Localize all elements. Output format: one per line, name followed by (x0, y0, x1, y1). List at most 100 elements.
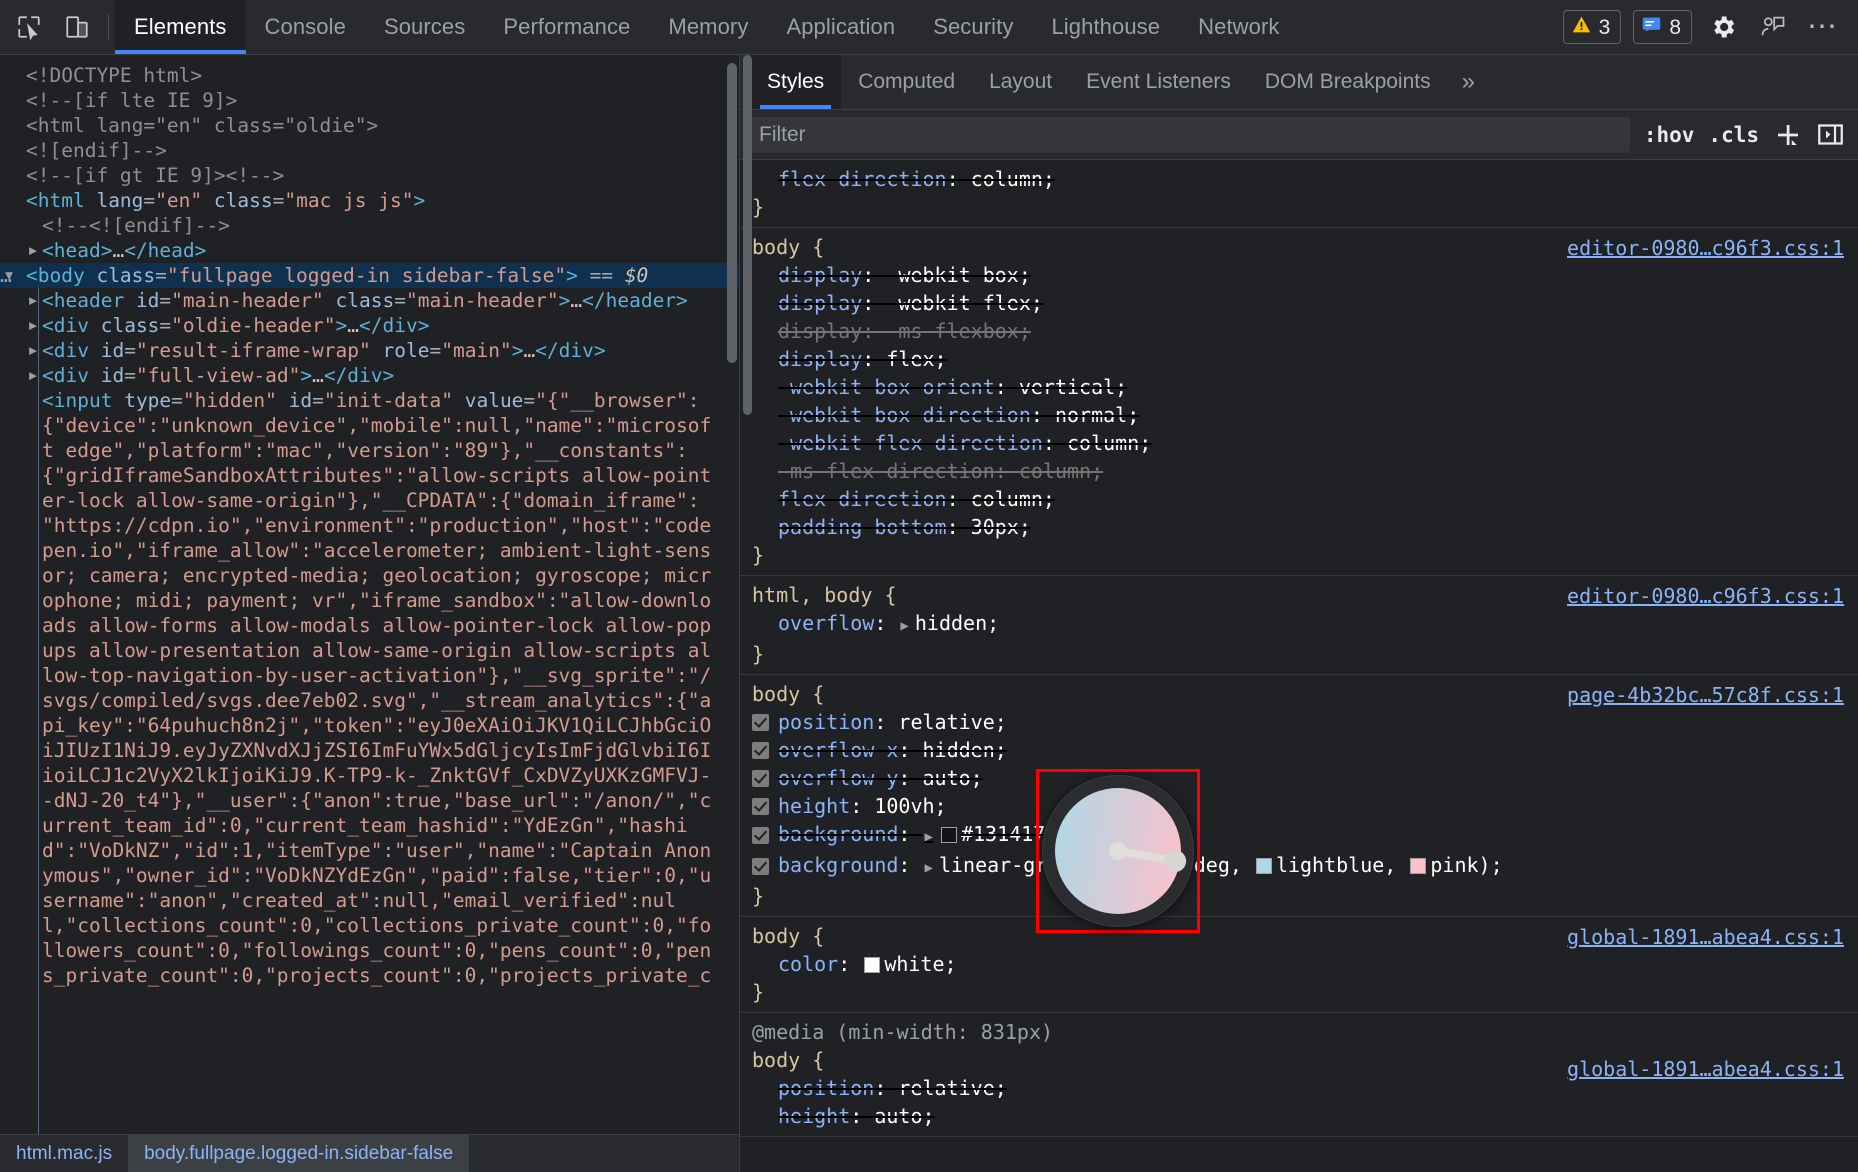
tab-security[interactable]: Security (914, 0, 1032, 54)
css-declaration[interactable]: -webkit-box-orient: vertical; (740, 373, 1858, 401)
disclosure-triangle-icon[interactable]: ▶ (24, 238, 42, 263)
messages-badge[interactable]: 8 (1633, 10, 1692, 44)
cls-toggle-button[interactable]: .cls (1708, 123, 1759, 147)
css-declaration[interactable]: overflow: ▶hidden; (740, 609, 1858, 640)
dom-node-line[interactable]: ups allow-presentation allow-same-origin… (0, 638, 739, 663)
dom-node-line[interactable]: or; camera; encrypted-media; geolocation… (0, 563, 739, 588)
disclosure-triangle-icon[interactable]: ▶ (24, 288, 42, 313)
tab-layout[interactable]: Layout (972, 55, 1069, 109)
dom-node-line[interactable]: low-top-navigation-by-user-activation"},… (0, 663, 739, 688)
tab-computed[interactable]: Computed (841, 55, 972, 109)
dom-node-line[interactable]: <!--<![endif]--> (0, 213, 739, 238)
stylesheet-origin-link[interactable]: editor-0980…c96f3.css:1 (1567, 234, 1844, 262)
dom-node-line[interactable]: t edge","platform":"mac","version":"89"}… (0, 438, 739, 463)
declaration-enabled-checkbox[interactable] (752, 714, 769, 731)
device-toolbar-icon[interactable] (58, 8, 96, 46)
css-declaration[interactable]: display: -webkit-box; (740, 261, 1858, 289)
disclosure-triangle-icon[interactable]: ▶ (24, 363, 42, 388)
css-declaration[interactable]: -ms-flex-direction: column; (740, 457, 1858, 485)
disclosure-triangle-icon[interactable]: ▶ (24, 313, 42, 338)
tab-performance[interactable]: Performance (484, 0, 649, 54)
dom-node-line[interactable]: sername":"anon","created_at":null,"email… (0, 888, 739, 913)
tab-network[interactable]: Network (1179, 0, 1298, 54)
dom-node-line[interactable]: ioiLCJ1c2VyX2lkIjoiKiJ9.K-TP9-k-_ZnktGVf… (0, 763, 739, 788)
css-declaration[interactable]: display: flex; (740, 345, 1858, 373)
color-swatch[interactable] (864, 957, 880, 973)
dom-node-line[interactable]: {"gridIframeSandboxAttributes":"allow-sc… (0, 463, 739, 488)
css-declaration[interactable]: height: 100vh; (740, 792, 1858, 820)
gear-icon[interactable] (1704, 8, 1742, 46)
css-declaration[interactable]: flex-direction: column; (740, 485, 1858, 513)
css-declaration[interactable]: -webkit-box-direction: normal; (740, 401, 1858, 429)
dom-node-line[interactable]: ophone; midi; payment; vr","iframe_sandb… (0, 588, 739, 613)
dom-node-line[interactable]: <html lang="en" class="oldie"> (0, 113, 739, 138)
tab-lighthouse[interactable]: Lighthouse (1032, 0, 1179, 54)
declaration-enabled-checkbox[interactable] (752, 827, 769, 844)
css-rule[interactable]: global-1891…abea4.css:1@media (min-width… (740, 1013, 1858, 1137)
css-declaration[interactable]: -webkit-flex-direction: column; (740, 429, 1858, 457)
tab-styles[interactable]: Styles (750, 55, 841, 109)
angle-clock-dial[interactable] (1042, 775, 1194, 927)
dom-node-line[interactable]: ▶<header id="main-header" class="main-he… (0, 288, 739, 313)
warnings-badge[interactable]: 3 (1563, 10, 1622, 44)
stylesheet-origin-link[interactable]: global-1891…abea4.css:1 (1567, 923, 1844, 951)
angle-clock-widget[interactable] (1036, 769, 1200, 933)
css-declaration[interactable]: color: white; (740, 950, 1858, 978)
declaration-enabled-checkbox[interactable] (752, 742, 769, 759)
dom-node-line[interactable]: d":"VoDkNZ","id":1,"itemType":"user","na… (0, 838, 739, 863)
declaration-enabled-checkbox[interactable] (752, 770, 769, 787)
stylesheet-origin-link[interactable]: global-1891…abea4.css:1 (1567, 1055, 1844, 1083)
dom-node-line[interactable]: <input type="hidden" id="init-data" valu… (0, 388, 739, 413)
dom-node-line[interactable]: <!DOCTYPE html> (0, 63, 739, 88)
css-declaration[interactable]: overflow-x: hidden; (740, 736, 1858, 764)
dom-node-line[interactable]: <html lang="en" class="mac js js"> (0, 188, 739, 213)
css-rule[interactable]: editor-0980…c96f3.css:1html, body {overf… (740, 576, 1858, 675)
css-rule[interactable]: editor-0980…c96f3.css:1body {display: -w… (740, 228, 1858, 576)
inspect-element-icon[interactable] (10, 8, 48, 46)
dom-node-line[interactable]: llowers_count":0,"followings_count":0,"p… (0, 938, 739, 963)
dom-node-line[interactable]: <![endif]--> (0, 138, 739, 163)
css-declaration[interactable]: display: -webkit-flex; (740, 289, 1858, 317)
dom-node-line[interactable]: ads allow-forms allow-modals allow-point… (0, 613, 739, 638)
dom-node-line[interactable]: pi_key":"64puhuch8n2j","token":"eyJ0eXAi… (0, 713, 739, 738)
css-rule[interactable]: global-1891…abea4.css:1body {color: whit… (740, 917, 1858, 1013)
color-swatch[interactable] (1410, 858, 1426, 874)
dom-tree[interactable]: <!DOCTYPE html><!--[if lte IE 9]><html l… (0, 55, 739, 1134)
declaration-enabled-checkbox[interactable] (752, 798, 769, 815)
toggle-computed-sidebar-icon[interactable] (1817, 121, 1844, 148)
tab-console[interactable]: Console (246, 0, 365, 54)
breadcrumb-item-html[interactable]: html.mac.js (0, 1135, 128, 1172)
dom-tree-scrollbar[interactable] (727, 63, 737, 363)
hov-toggle-button[interactable]: :hov (1644, 123, 1695, 147)
dom-node-line[interactable]: -dNJ-20_t4"},"__user":{"anon":true,"base… (0, 788, 739, 813)
dom-node-line[interactable]: svgs/compiled/svgs.dee7eb02.svg","__stre… (0, 688, 739, 713)
dom-node-line[interactable]: s_private_count":0,"projects_count":0,"p… (0, 963, 739, 988)
dom-node-line[interactable]: ▶<div id="result-iframe-wrap" role="main… (0, 338, 739, 363)
dom-node-line[interactable]: ymous","owner_id":"VoDkNZYdEzGn","paid":… (0, 863, 739, 888)
css-rules-list[interactable]: flex-direction: column;}editor-0980…c96f… (740, 160, 1858, 1172)
tab-elements[interactable]: Elements (115, 0, 246, 54)
feedback-icon[interactable] (1754, 8, 1792, 46)
css-declaration[interactable]: background: ▶#131417; (740, 820, 1858, 851)
tab-application[interactable]: Application (767, 0, 914, 54)
dom-node-line[interactable]: "https://cdpn.io","environment":"product… (0, 513, 739, 538)
tab-memory[interactable]: Memory (649, 0, 767, 54)
css-declaration[interactable]: background: ▶linear-gradient(100deg, lig… (740, 851, 1858, 882)
dom-node-line[interactable]: urrent_team_id":0,"current_team_hashid":… (0, 813, 739, 838)
tab-overflow-chevron-icon[interactable]: » (1448, 55, 1489, 109)
dom-node-line[interactable]: …▼<body class="fullpage logged-in sideba… (0, 263, 739, 288)
css-rule[interactable]: flex-direction: column;} (740, 160, 1858, 228)
css-declaration[interactable]: padding-bottom: 30px; (740, 513, 1858, 541)
dom-node-line[interactable]: <!--[if lte IE 9]> (0, 88, 739, 113)
dom-node-line[interactable]: l,"collections_count":0,"collections_pri… (0, 913, 739, 938)
search-input[interactable] (748, 117, 1630, 153)
css-declaration[interactable]: flex-direction: column; (740, 165, 1858, 193)
dom-node-line[interactable]: ▶<head>…</head> (0, 238, 739, 263)
dom-node-line[interactable]: pen.io","iframe_allow":"accelerometer; a… (0, 538, 739, 563)
new-style-rule-icon[interactable] (1773, 120, 1803, 150)
styles-pane-scrollbar[interactable] (743, 55, 752, 415)
stylesheet-origin-link[interactable]: page-4b32bc…57c8f.css:1 (1567, 681, 1844, 709)
dom-node-line[interactable]: ▶<div class="oldie-header">…</div> (0, 313, 739, 338)
css-declaration[interactable]: position: relative; (740, 708, 1858, 736)
css-rule[interactable]: page-4b32bc…57c8f.css:1body {position: r… (740, 675, 1858, 917)
